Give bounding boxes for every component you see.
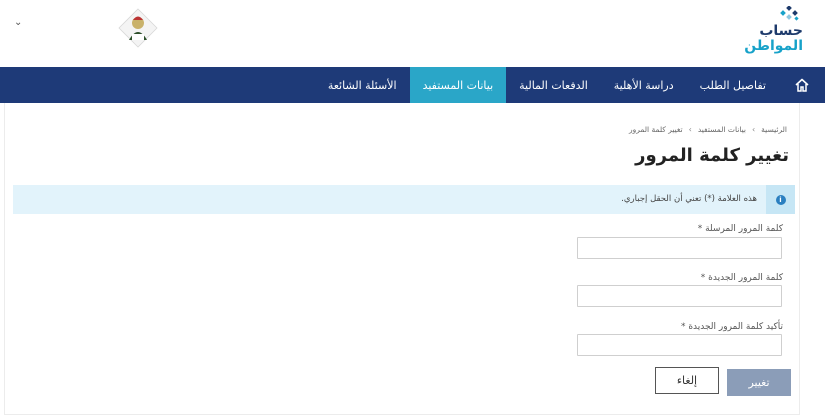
nav-item-beneficiary-data[interactable]: بيانات المستفيد: [409, 67, 507, 103]
required-fields-notice: i هذه العلامة (*) تعني أن الحقل إجباري.: [13, 185, 795, 214]
cancel-button[interactable]: إلغاء: [655, 367, 719, 394]
logo-text: حساب المواطن: [733, 24, 803, 54]
logo-line-2: المواطن: [744, 38, 803, 54]
user-menu-chevron-icon[interactable]: ⌄: [14, 17, 22, 28]
nav-item-eligibility-study[interactable]: دراسة الأهلية: [601, 67, 687, 103]
breadcrumb-separator: ›: [688, 125, 692, 134]
main-navigation: تفاصيل الطلب دراسة الأهلية الدفعات المال…: [0, 67, 825, 103]
confirm-password-label: تأكيد كلمة المرور الجديدة *: [680, 322, 783, 332]
nav-item-faq[interactable]: الأسئلة الشائعة: [315, 67, 410, 103]
saudi-royal-emblem-icon: [118, 8, 158, 48]
logo-line-1: حساب: [759, 23, 803, 39]
breadcrumb: الرئيسية › بيانات المستفيد › تغيير كلمة …: [629, 125, 787, 134]
new-password-input[interactable]: [577, 285, 782, 307]
breadcrumb-beneficiary-data[interactable]: بيانات المستفيد: [698, 125, 746, 134]
new-password-label: كلمة المرور الجديدة *: [700, 273, 783, 283]
nav-item-request-details[interactable]: تفاصيل الطلب: [687, 67, 779, 103]
main-content: الرئيسية › بيانات المستفيد › تغيير كلمة …: [4, 103, 800, 415]
home-icon: [795, 78, 809, 92]
citizen-account-logo[interactable]: حساب المواطن: [733, 6, 803, 56]
breadcrumb-home[interactable]: الرئيسية: [761, 125, 787, 134]
nav-item-payments[interactable]: الدفعات المالية: [506, 67, 601, 103]
change-password-button[interactable]: تغيير: [727, 369, 791, 396]
info-icon: i: [775, 194, 786, 205]
sent-password-label: كلمة المرور المرسلة *: [697, 224, 783, 234]
sent-password-input[interactable]: [577, 237, 782, 259]
info-message: هذه العلامة (*) تعني أن الحقل إجباري.: [621, 194, 757, 204]
confirm-password-input[interactable]: [577, 334, 782, 356]
page-title: تغيير كلمة المرور: [635, 145, 789, 166]
info-icon-box: i: [766, 185, 795, 214]
breadcrumb-separator: ›: [751, 125, 756, 134]
site-header: ⌄ حساب المواطن: [0, 0, 825, 67]
breadcrumb-current: تغيير كلمة المرور: [629, 125, 683, 134]
nav-home-button[interactable]: [779, 67, 825, 103]
